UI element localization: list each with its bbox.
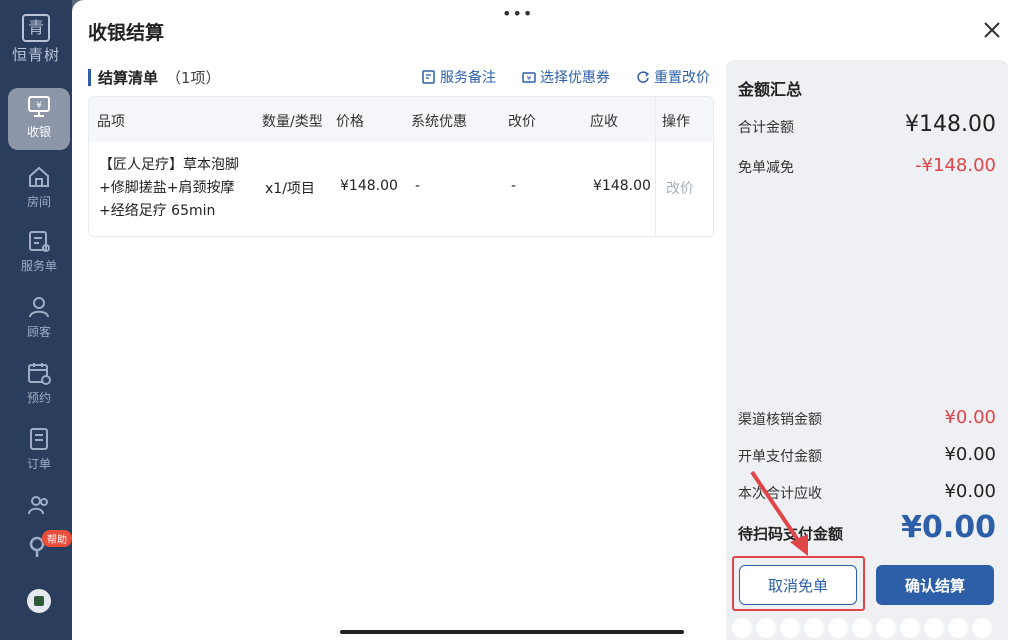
cashier-icon: ¥ (28, 96, 50, 117)
operation-header-cell: 操作 (656, 97, 713, 142)
item-modified: - (511, 178, 517, 194)
open-payment-value: ¥0.00 (944, 444, 996, 465)
header-receivable: 应收 (590, 114, 618, 130)
header-qty: 数量/类型 (262, 114, 323, 130)
waive-value: -¥148.00 (915, 155, 996, 176)
waive-label: 免单减免 (738, 160, 794, 176)
sidebar-item-cashier[interactable]: ¥ 收银 (8, 88, 70, 150)
note-icon (422, 70, 435, 84)
service-order-icon (29, 231, 50, 252)
svg-text:¥: ¥ (36, 101, 42, 111)
customer-icon (29, 297, 49, 318)
table-row: 【匠人足疗】草本泡脚 +修脚搓盐+肩颈按摩 +经络足疗 65min x1/项目 … (89, 142, 713, 236)
total-amount-value: ¥148.00 (905, 112, 996, 137)
sidebar-item-label: 顾客 (26, 325, 51, 339)
item-receivable: ¥148.00 (593, 178, 651, 194)
app-logo: 青 恒青树 (0, 14, 72, 65)
drag-handle-icon[interactable]: ••• (502, 4, 533, 23)
waive-row: 免单减免 -¥148.00 (738, 152, 996, 180)
order-icon (30, 428, 48, 450)
section-marker (88, 69, 91, 86)
settlement-table: 品项 数量/类型 价格 系统优惠 改价 应收 【匠人足疗】草本泡脚 +修脚搓盐+… (88, 96, 714, 237)
sidebar-item-label: 收银 (26, 125, 51, 139)
receipt-edge (726, 618, 1008, 640)
item-name: 【匠人足疗】草本泡脚 +修脚搓盐+肩颈按摩 +经络足疗 65min (99, 154, 259, 223)
avatar-icon (27, 589, 51, 613)
operation-column: 操作 改价 (655, 97, 713, 236)
header-modified: 改价 (508, 114, 536, 130)
reset-price-button[interactable]: 重置改价 (636, 67, 710, 87)
list-title-text: 结算清单 (98, 69, 159, 87)
sidebar-item-rooms[interactable]: 房间 (8, 158, 70, 220)
item-name-line: 【匠人足疗】草本泡脚 (99, 157, 239, 173)
home-indicator (340, 630, 684, 634)
table-header-row: 品项 数量/类型 价格 系统优惠 改价 应收 (89, 97, 713, 142)
refresh-icon (637, 71, 650, 83)
close-icon[interactable] (980, 18, 1004, 42)
help-badge: 帮助 (42, 530, 72, 547)
sidebar-item-appointments[interactable]: 预约 (8, 354, 70, 416)
channel-label: 渠道核销金额 (738, 412, 822, 428)
sidebar-item-orders[interactable]: 订单 (8, 420, 70, 482)
open-payment-label: 开单支付金额 (738, 449, 822, 465)
header-operation: 操作 (662, 114, 690, 130)
cancel-waive-button[interactable]: 取消免单 (739, 565, 857, 605)
confirm-settlement-button[interactable]: 确认结算 (876, 565, 994, 605)
item-discount: - (415, 178, 421, 194)
dialog-title: 收银结算 (88, 22, 165, 44)
service-note-button[interactable]: 服务备注 (422, 67, 496, 87)
sidebar-item-service-order[interactable]: 服务单 (8, 222, 70, 284)
settlement-list-header: 结算清单 （1项） 服务备注 ¥ 选择优惠券 重置改价 (88, 66, 714, 90)
reset-price-label: 重置改价 (654, 70, 710, 86)
summary-title: 金额汇总 (738, 80, 803, 99)
channel-value: ¥0.00 (944, 407, 996, 428)
sidebar-item-label: 房间 (26, 195, 51, 209)
logo-glyph: 青 (22, 14, 50, 42)
sidebar-item-customers[interactable]: 顾客 (8, 288, 70, 350)
modify-price-button[interactable]: 改价 (666, 178, 694, 198)
sidebar-avatar[interactable] (8, 582, 70, 640)
header-discount: 系统优惠 (411, 114, 467, 130)
header-price: 价格 (336, 114, 364, 130)
home-icon (29, 166, 49, 187)
item-price: ¥148.00 (340, 178, 398, 194)
scan-pay-value: ¥0.00 (901, 510, 996, 545)
list-title: 结算清单 （1项） (98, 67, 221, 88)
staff-icon (28, 496, 48, 515)
coupon-icon: ¥ (522, 72, 536, 83)
current-receivable-value: ¥0.00 (944, 481, 996, 502)
sidebar-item-label: 预约 (26, 391, 51, 405)
checkout-dialog: ••• 收银结算 结算清单 （1项） 服务备注 ¥ 选择优惠券 重置改价 品项 数… (72, 0, 1024, 640)
sidebar: 青 恒青树 ¥ 收银 房间 服务单 顾客 预约 订单 帮助 (0, 0, 72, 640)
open-payment-row: 开单支付金额 ¥0.00 (738, 441, 996, 469)
total-amount-row: 合计金额 ¥148.00 (738, 112, 996, 140)
list-count: （1项） (166, 69, 221, 87)
calendar-icon (28, 363, 51, 385)
total-amount-label: 合计金额 (738, 120, 794, 136)
service-note-label: 服务备注 (440, 70, 496, 86)
svg-text:¥: ¥ (527, 75, 532, 83)
sidebar-item-label: 服务单 (20, 259, 57, 273)
item-qty: x1/项目 (265, 181, 315, 197)
header-item: 品项 (97, 114, 125, 130)
select-coupon-label: 选择优惠券 (540, 70, 610, 86)
sidebar-item-label: 订单 (26, 457, 51, 471)
annotation-arrow-icon (750, 470, 808, 556)
item-name-line: +经络足疗 65min (99, 203, 216, 219)
item-name-line: +修脚搓盐+肩颈按摩 (99, 180, 235, 196)
logo-name: 恒青树 (11, 46, 60, 64)
select-coupon-button[interactable]: ¥ 选择优惠券 (522, 67, 610, 87)
channel-row: 渠道核销金额 ¥0.00 (738, 404, 996, 432)
